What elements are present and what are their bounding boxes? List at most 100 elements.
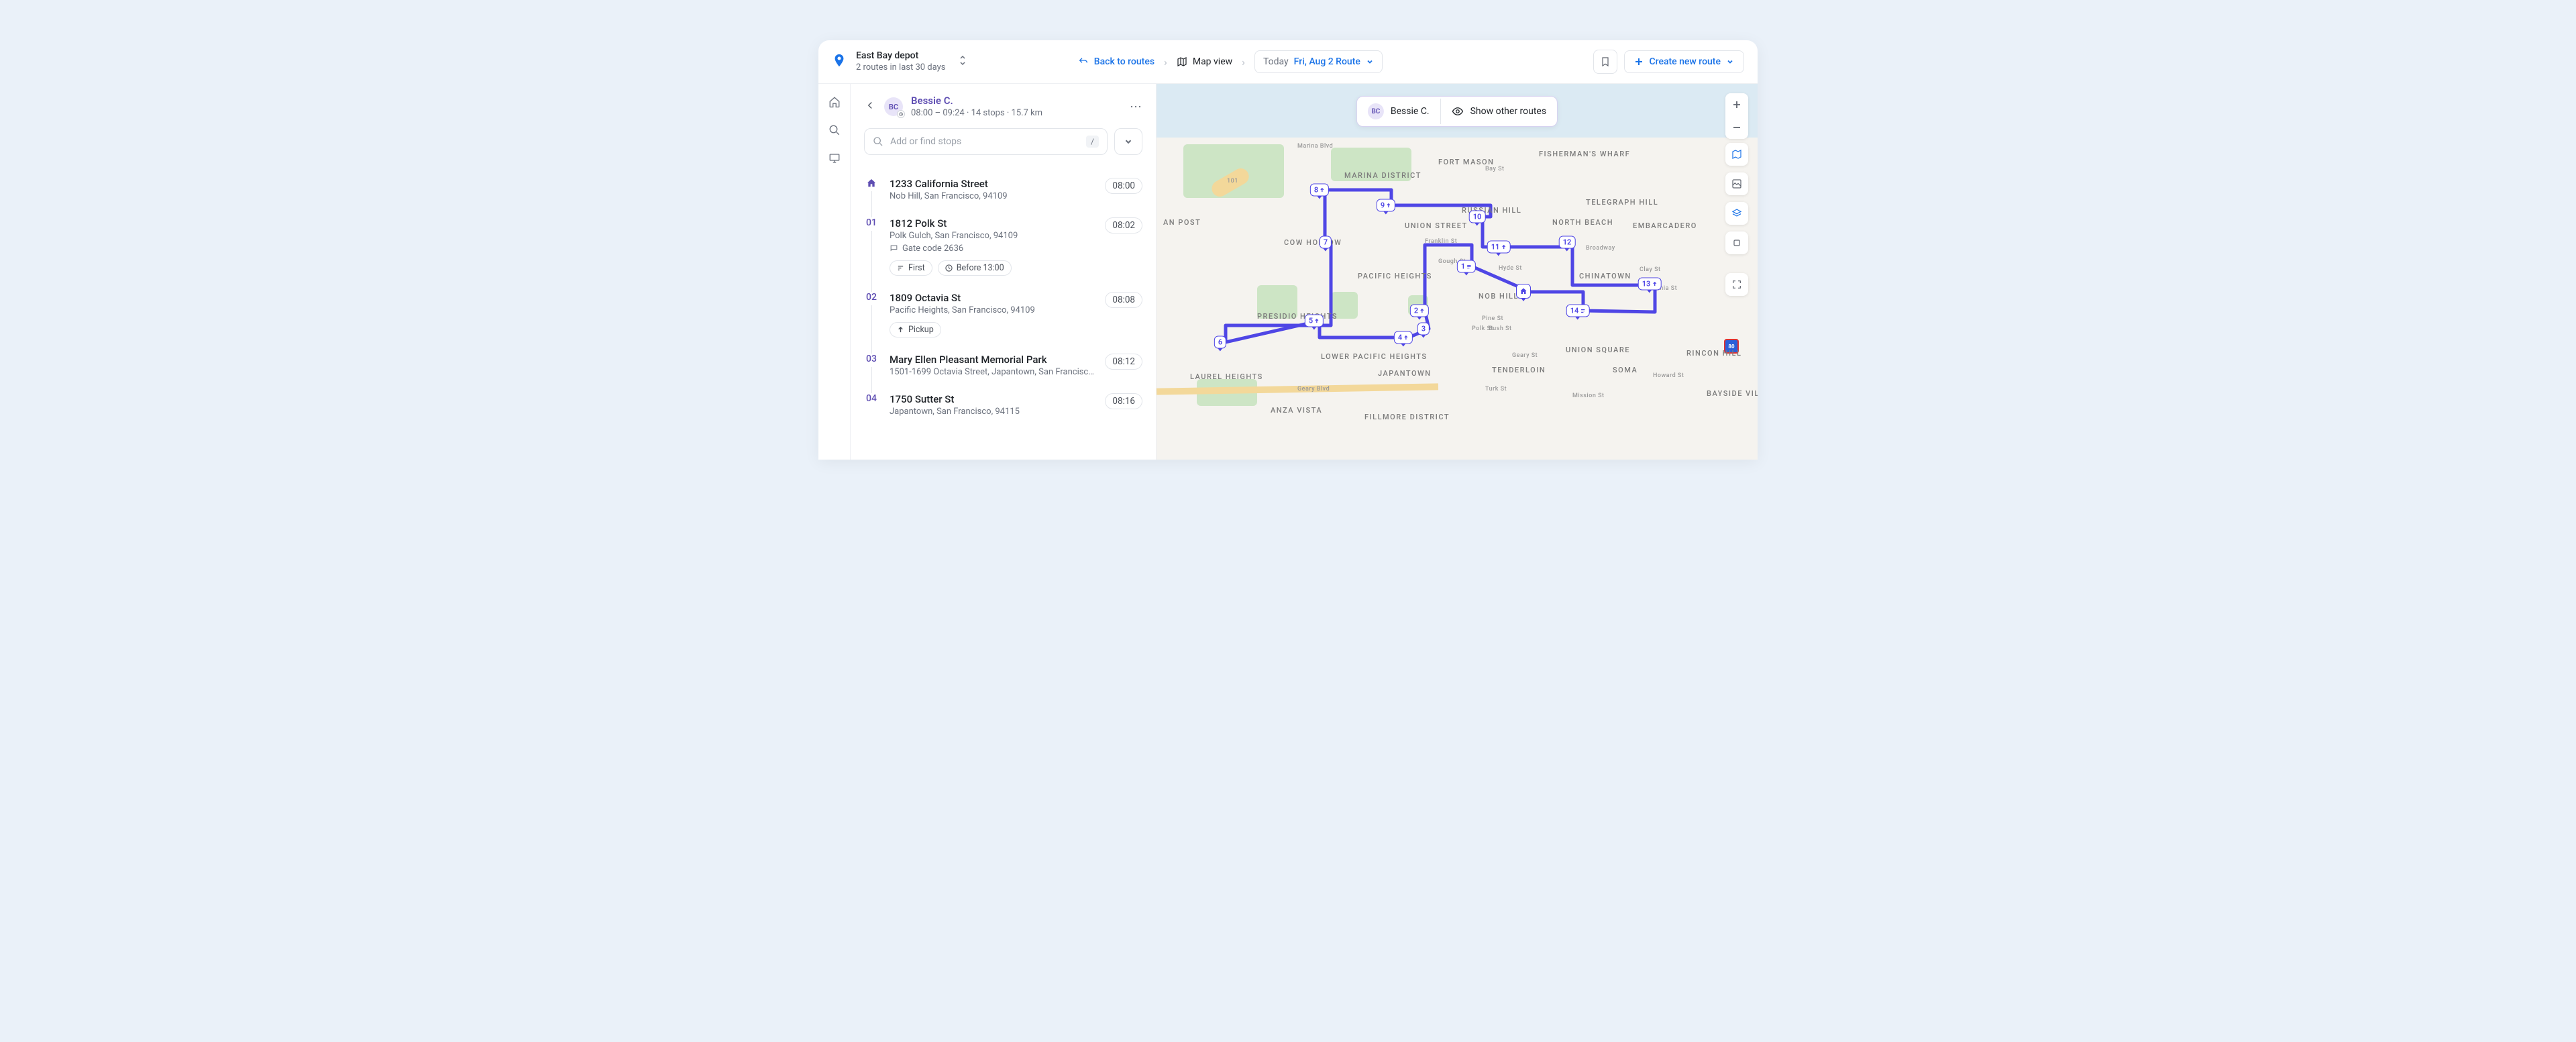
map-home-marker[interactable] [1516,284,1531,299]
map-marker[interactable]: 13 [1638,278,1662,291]
map-style-button[interactable] [1725,143,1748,166]
map-view-label[interactable]: Map view [1177,56,1232,67]
map-label: Clay St [1640,266,1661,273]
bookmark-icon [1600,56,1611,67]
map-overlay-pill: BC Bessie C. Show other routes [1356,96,1558,127]
map-marker[interactable]: 6 [1214,336,1226,349]
show-other-routes-toggle[interactable]: Show other routes [1440,99,1557,124]
stop-title: Mary Ellen Pleasant Memorial Park [890,354,1094,366]
back-arrow[interactable] [864,99,876,114]
map-label: Broadway [1586,245,1615,252]
stop-number: 04 [866,393,877,404]
map-marker[interactable]: 10 [1469,211,1486,223]
map-marker[interactable]: 5 [1305,315,1324,327]
satellite-button[interactable] [1725,172,1748,195]
map-label: UNION SQUARE [1566,346,1630,354]
driver-name[interactable]: Bessie C. [911,95,1122,108]
sort-dropdown[interactable] [1114,128,1142,155]
map-label: Franklin St [1425,238,1457,245]
stop-row[interactable]: 03Mary Ellen Pleasant Memorial Park1501-… [864,346,1142,385]
map-label: AN POST [1163,218,1201,227]
stop-time: 08:08 [1105,292,1142,308]
stop-row[interactable]: 04 1750 Sutter St Japantown, San Francisco… [864,385,1142,425]
stop-row[interactable]: 011812 Polk StPolk Gulch, San Francisco,… [864,209,1142,284]
stops-list[interactable]: 1233 California StreetNob Hill, San Fran… [864,170,1142,460]
stop-address: Japantown, San Francisco, 94115 [890,407,1094,417]
layers-button[interactable] [1725,202,1748,225]
undo-icon [1078,56,1089,67]
map-marker[interactable]: 14 [1566,305,1590,317]
present-icon[interactable] [828,152,841,167]
map-label: LOWER PACIFIC HEIGHTS [1321,352,1428,361]
stop-title: 1809 Octavia St [890,292,1094,304]
mini-avatar: BC [1368,103,1384,119]
stop-chip: Pickup [890,322,941,337]
selector-icon[interactable] [959,55,967,68]
map-canvas[interactable]: 80 MARINA DISTRICTFORT MASONFISHERMAN'S … [1157,84,1758,460]
map-label: Mission St [1572,393,1605,399]
date-selector[interactable]: Today Fri, Aug 2 Route [1254,50,1383,73]
zoom-out-button[interactable] [1725,116,1748,139]
map-label: COW HOLLOW [1284,238,1342,247]
home-icon[interactable] [828,96,841,111]
search-input-container[interactable]: / [864,128,1108,155]
map-marker[interactable]: 3 [1417,323,1430,335]
plus-icon [1634,57,1644,66]
center-button[interactable] [1725,231,1748,254]
map-marker[interactable]: 4 [1394,331,1413,344]
zoom-in-button[interactable] [1725,93,1748,116]
zoom-controls [1725,93,1748,139]
map-marker[interactable]: 12 [1559,236,1576,249]
map-label: LAUREL HEIGHTS [1190,372,1263,381]
pin-icon [832,53,847,70]
panel-header: BC ◷ Bessie C. 08:00 – 09:24 · 14 stops … [864,95,1142,119]
more-menu-button[interactable]: ⋯ [1130,100,1142,114]
map-label: NOB HILL [1479,292,1519,301]
map-label: 101 [1227,178,1238,185]
driver-avatar[interactable]: BC ◷ [884,97,903,116]
body: BC ◷ Bessie C. 08:00 – 09:24 · 14 stops … [818,84,1758,460]
clock-badge-icon: ◷ [897,110,905,118]
map-marker[interactable]: 2 [1410,305,1429,317]
map-label: CHINATOWN [1579,272,1631,280]
side-rail [818,84,851,460]
home-icon [866,178,877,191]
bookmark-button[interactable] [1593,50,1617,74]
chevron-right-icon: › [1161,56,1170,68]
map-label: PRESIDIO HEIGHTS [1257,312,1338,321]
stop-chip: Before 13:00 [938,260,1012,276]
map-marker[interactable]: 11 [1487,241,1511,254]
stop-time: 08:02 [1105,217,1142,233]
map-label: ANZA VISTA [1271,406,1322,415]
search-input[interactable] [890,136,1079,147]
stop-row[interactable]: 021809 Octavia StPacific Heights, San Fr… [864,284,1142,346]
create-route-button[interactable]: Create new route [1624,50,1743,73]
stop-time: 08:16 [1105,393,1142,409]
map-label: Pine St [1482,315,1503,322]
search-icon[interactable] [828,124,841,139]
map-label: TENDERLOIN [1492,366,1546,374]
stop-title: 1750 Sutter St [890,393,1094,405]
driver-pill[interactable]: BC Bessie C. [1357,97,1440,126]
map-label: NORTH BEACH [1552,218,1613,227]
stop-number: 01 [866,217,877,228]
map-marker[interactable]: 8 [1310,184,1329,197]
depot-sub: 2 routes in last 30 days [856,62,945,74]
map-marker[interactable]: 9 [1377,199,1395,212]
map-label: Marina Blvd [1297,143,1333,150]
kbd-hint: / [1086,136,1099,148]
app-frame: East Bay depot 2 routes in last 30 days … [818,40,1758,460]
depot-block[interactable]: East Bay depot 2 routes in last 30 days [832,50,967,73]
stop-time: 08:12 [1105,354,1142,370]
map-label: SOMA [1613,366,1638,374]
stop-number: 02 [866,292,877,303]
map-label: RINCON HILL [1686,349,1741,358]
fullscreen-button[interactable] [1725,273,1748,296]
search-icon [873,136,883,147]
stop-row[interactable]: 1233 California StreetNob Hill, San Fran… [864,170,1142,209]
topbar: East Bay depot 2 routes in last 30 days … [818,40,1758,84]
map-marker[interactable]: 7 [1320,236,1332,249]
map-marker[interactable]: 1 [1457,260,1476,273]
back-to-routes-link[interactable]: Back to routes [1078,56,1155,67]
map-label: TELEGRAPH HILL [1586,198,1658,207]
